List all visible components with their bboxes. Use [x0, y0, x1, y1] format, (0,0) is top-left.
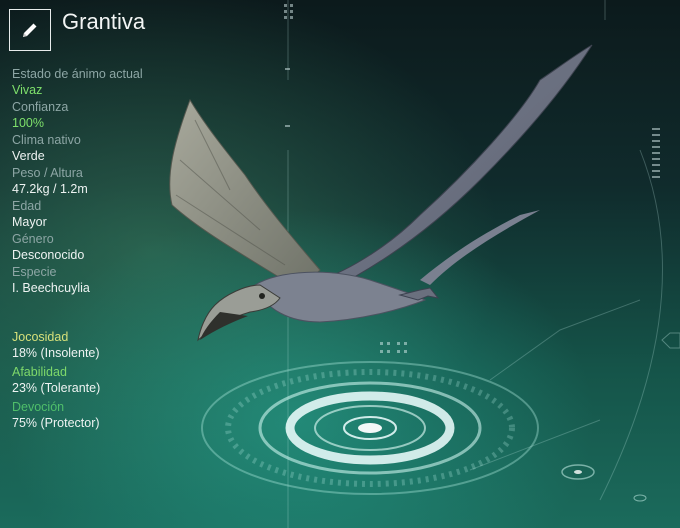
stat-value: Desconocido	[12, 248, 85, 262]
stat-value: Mayor	[12, 215, 47, 229]
stat-value: Vivaz	[12, 83, 43, 97]
stat-label: Edad	[12, 199, 42, 213]
stat-gender: Género Desconocido	[12, 232, 212, 263]
stat-label: Especie	[12, 265, 57, 279]
stat-label: Peso / Altura	[12, 166, 83, 180]
trait-friendliness: Afabilidad 23% (Tolerante)	[12, 365, 212, 396]
trait-value: 18% (Insolente)	[12, 346, 100, 360]
trait-value: 75% (Protector)	[12, 416, 100, 430]
trait-playfulness: Jocosidad 18% (Insolente)	[12, 330, 212, 361]
stat-label: Clima nativo	[12, 133, 81, 147]
stat-trust: Confianza 100%	[12, 100, 212, 131]
trait-value: 23% (Tolerante)	[12, 381, 101, 395]
trait-label: Afabilidad	[12, 365, 67, 379]
stat-value: Verde	[12, 149, 45, 163]
stat-species: Especie I. Beechcuylia	[12, 265, 212, 296]
stat-label: Estado de ánimo actual	[12, 67, 143, 81]
stats-panel: Estado de ánimo actual Vivaz Confianza 1…	[12, 67, 212, 298]
stat-climate: Clima nativo Verde	[12, 133, 212, 164]
trait-label: Devoción	[12, 400, 65, 414]
stat-value: 100%	[12, 116, 44, 130]
stat-label: Confianza	[12, 100, 69, 114]
creature-name: Grantiva	[62, 9, 146, 34]
edit-name-button[interactable]	[9, 9, 51, 51]
stat-value: I. Beechcuylia	[12, 281, 90, 295]
stat-age: Edad Mayor	[12, 199, 212, 230]
stat-mood: Estado de ánimo actual Vivaz	[12, 67, 212, 98]
trait-label: Jocosidad	[12, 330, 69, 344]
stat-label: Género	[12, 232, 54, 246]
trait-devotion: Devoción 75% (Protector)	[12, 400, 212, 431]
stat-weight-height: Peso / Altura 47.2kg / 1.2m	[12, 166, 212, 197]
stat-value: 47.2kg / 1.2m	[12, 182, 88, 196]
pencil-icon	[23, 23, 37, 37]
traits-panel: Jocosidad 18% (Insolente) Afabilidad 23%…	[12, 330, 212, 435]
